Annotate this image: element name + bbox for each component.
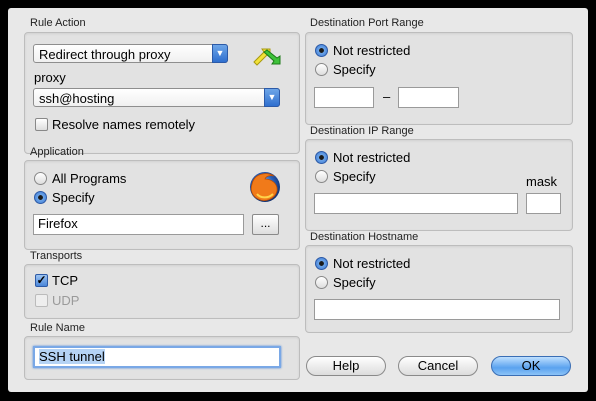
tcp-checkbox[interactable]: ✓ — [35, 274, 48, 287]
host-specify-radio[interactable] — [315, 276, 328, 289]
ip-specify-radio[interactable] — [315, 170, 328, 183]
dest-host-title: Destination Hostname — [310, 231, 419, 243]
resolve-names-checkbox[interactable] — [35, 118, 48, 131]
host-not-restricted-label: Not restricted — [333, 256, 411, 271]
host-specify-label: Specify — [333, 275, 376, 290]
udp-checkbox[interactable] — [35, 294, 48, 307]
mask-label: mask — [526, 174, 558, 189]
rule-name-value: SSH tunnel — [39, 349, 105, 364]
port-range-separator: – — [383, 89, 391, 104]
tcp-label: TCP — [52, 273, 78, 288]
port-to-field[interactable] — [398, 87, 459, 108]
rule-dialog: Rule Action Redirect through proxy ▼ pro… — [8, 8, 588, 392]
all-programs-label: All Programs — [52, 171, 127, 186]
host-not-restricted-radio[interactable] — [315, 257, 328, 270]
udp-label: UDP — [52, 293, 80, 308]
help-button[interactable]: Help — [306, 356, 386, 376]
proxy-popup-value: ssh@hosting — [39, 91, 115, 106]
ip-specify-label: Specify — [333, 169, 376, 184]
port-specify-radio[interactable] — [315, 63, 328, 76]
browse-button[interactable]: ... — [252, 214, 279, 235]
chevron-down-icon: ▼ — [264, 88, 280, 107]
specify-program-radio[interactable] — [34, 191, 47, 204]
ip-not-restricted-label: Not restricted — [333, 150, 411, 165]
action-popup-value: Redirect through proxy — [39, 47, 171, 62]
hostname-field[interactable] — [314, 299, 560, 320]
transports-title: Transports — [30, 250, 83, 262]
specify-program-label: Specify — [52, 190, 95, 205]
ip-not-restricted-radio[interactable] — [315, 151, 328, 164]
resolve-names-label: Resolve names remotely — [52, 117, 196, 132]
program-field[interactable]: Firefox — [33, 214, 244, 235]
yellow-green-arrows-icon — [253, 48, 281, 66]
dest-ip-title: Destination IP Range — [310, 125, 414, 137]
port-specify-label: Specify — [333, 62, 376, 77]
chevron-down-icon: ▼ — [212, 44, 228, 63]
application-title: Application — [30, 146, 84, 158]
port-not-restricted-radio[interactable] — [315, 44, 328, 57]
ip-address-field[interactable] — [314, 193, 518, 214]
rule-name-field[interactable]: SSH tunnel — [33, 346, 281, 368]
rule-action-title: Rule Action — [30, 17, 86, 29]
all-programs-radio[interactable] — [34, 172, 47, 185]
dest-port-title: Destination Port Range — [310, 17, 424, 29]
port-not-restricted-label: Not restricted — [333, 43, 411, 58]
action-popup[interactable]: Redirect through proxy ▼ — [33, 44, 228, 63]
rule-name-title: Rule Name — [30, 322, 86, 334]
port-from-field[interactable] — [314, 87, 374, 108]
proxy-label: proxy — [34, 70, 66, 85]
firefox-icon — [250, 172, 280, 202]
proxy-popup[interactable]: ssh@hosting ▼ — [33, 88, 280, 107]
ok-button[interactable]: OK — [491, 356, 571, 376]
cancel-button[interactable]: Cancel — [398, 356, 478, 376]
mask-field[interactable] — [526, 193, 561, 214]
